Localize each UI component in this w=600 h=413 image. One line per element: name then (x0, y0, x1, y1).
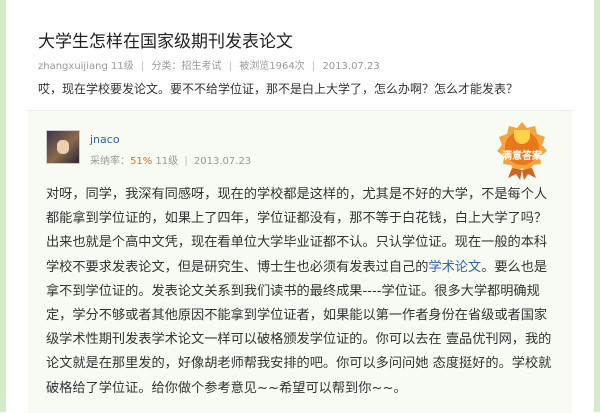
question-category[interactable]: 分类：招生考试 (151, 61, 221, 72)
answer-user-level: 11级 (155, 156, 179, 167)
meta-separator: | (184, 156, 188, 167)
question-author[interactable]: zhangxuijiang (38, 61, 108, 72)
answer-username[interactable]: jnaco (90, 133, 120, 146)
avatar[interactable] (46, 130, 80, 164)
rate-label: 采纳率： (90, 156, 130, 167)
answer-date: 2013.07.23 (193, 156, 252, 167)
question-meta: zhangxuijiang 11级 | 分类：招生考试 | 被浏览1964次 |… (38, 57, 380, 72)
answer-text-part: 。要么也是拿不到学位证的。发表论文关系到我们读书的最终成果----学位证。很多大… (46, 259, 552, 396)
question-title: 大学生怎样在国家级期刊发表论文 (38, 32, 293, 52)
meta-separator: | (140, 61, 145, 72)
meta-separator: | (228, 61, 233, 72)
question-body: 哎，现在学校要发论文。要不不给学位证，那不是白上大学了，怎么办啊？怎么才能发表？ (38, 82, 519, 96)
academic-paper-link[interactable]: 学术论文 (428, 260, 481, 275)
avatar-face (57, 140, 69, 154)
question-views: 被浏览1964次 (239, 61, 305, 72)
answer-user-stats: 采纳率：51% 11级 | 2013.07.23 (90, 152, 251, 167)
rate-value: 51% (130, 156, 153, 167)
answer-text: 对呀，同学，我深有同感呀，现在的学校都是这样的，尤其是不好的大学，不是每个人都能… (46, 183, 558, 401)
question-date: 2013.07.23 (322, 61, 380, 72)
badge-label: 满意答案 (502, 151, 542, 162)
meta-separator: | (311, 61, 316, 72)
question-author-level: 11级 (111, 61, 134, 72)
